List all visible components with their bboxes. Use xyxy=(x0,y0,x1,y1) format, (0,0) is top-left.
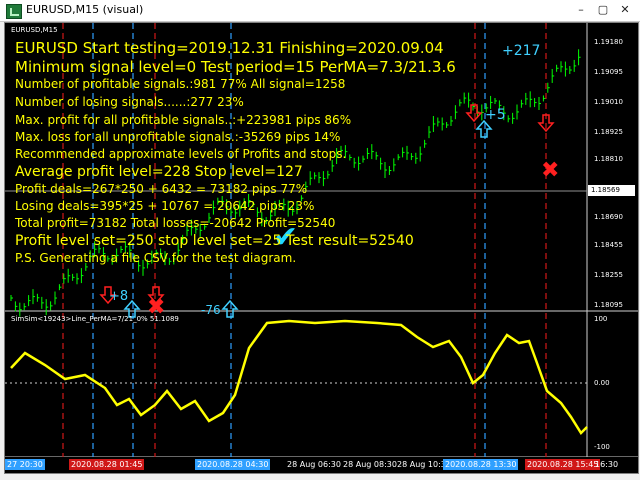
report-line: Max. profit for all profitable signals..… xyxy=(15,113,352,127)
time-label: 28 Aug 10:3 xyxy=(397,460,446,469)
indicator-tick: -100 xyxy=(594,443,610,451)
signal-label: +8 xyxy=(109,289,129,304)
indicator-tick: 0.00 xyxy=(594,379,610,387)
price-tick: 1.19095 xyxy=(594,68,623,76)
close-button[interactable]: ✕ xyxy=(616,2,634,18)
buy-arrow-icon xyxy=(475,119,493,138)
time-label: 27 20:30 xyxy=(5,459,45,470)
report-line: Recommended approximate levels of Profit… xyxy=(15,147,347,161)
price-tick: 1.19010 xyxy=(594,98,623,106)
indicator-tick: 100 xyxy=(594,315,608,323)
symbol-label: EURUSD,M15 xyxy=(11,26,58,34)
buy-arrow-icon xyxy=(221,299,239,318)
report-line: Profit deals=267*250 + 6432 = 73182 pips… xyxy=(15,182,308,196)
report-line: Number of profitable signals.:981 77% Al… xyxy=(15,77,346,91)
price-tick: 1.19180 xyxy=(594,38,623,46)
window-titlebar: EURUSD,M15 (visual) – ▢ ✕ xyxy=(0,0,640,22)
price-tick: 1.18095 xyxy=(594,301,623,309)
price-tick: 1.18455 xyxy=(594,241,623,249)
price-tick: 1.18255 xyxy=(594,271,623,279)
stop-cross-icon: ✖ xyxy=(147,295,166,320)
signal-label: +5 xyxy=(485,107,506,123)
time-label: 2020.08.28 01:45 xyxy=(69,459,145,470)
time-label: 2020.08.28 04:30 xyxy=(195,459,271,470)
report-line: EURUSD Start testing=2019.12.31 Finishin… xyxy=(15,39,444,57)
price-tick: 1.18690 xyxy=(594,213,623,221)
report-line: P.S. Generating a file CSV for the test … xyxy=(15,251,297,265)
report-line: Total profit=73182 Total losses=-20642 P… xyxy=(15,216,336,230)
report-line: Number of losing signals......:277 23% xyxy=(15,95,244,109)
price-tick: 1.18925 xyxy=(594,128,623,136)
report-line: Profit level set=250 stop level set=25 T… xyxy=(15,233,414,249)
stop-cross-icon: ✖ xyxy=(541,158,560,183)
report-line: Minimum signal level=0 Test period=15 Pe… xyxy=(15,58,456,76)
time-label: 16:30 xyxy=(595,460,619,469)
time-label: 28 Aug 06:30 xyxy=(287,460,341,469)
maximize-button[interactable]: ▢ xyxy=(594,2,612,18)
time-label: 2020.08.28 13:30 xyxy=(443,459,519,470)
chart-window[interactable]: EURUSD,M15 SimSim<19243>Line_PerMA=7/21_… xyxy=(4,22,639,474)
signal-label: -76 xyxy=(201,303,221,317)
minimize-button[interactable]: – xyxy=(572,2,590,18)
report-line: Average profit level=228 Stop level=127 xyxy=(15,164,303,180)
report-line: Max. loss for all unprofitable signals.:… xyxy=(15,130,341,144)
time-label: 2020.08.28 15:45 xyxy=(525,459,601,470)
report-line: Losing deals=395*25 + 10767 = 20642 pips… xyxy=(15,199,315,213)
window-title: EURUSD,M15 (visual) xyxy=(26,3,144,16)
time-axis: 27 20:30 2020.08.28 01:45 2020.08.28 04:… xyxy=(5,457,638,473)
time-label: 28 Aug 08:30 xyxy=(343,460,397,469)
indicator-line xyxy=(10,319,588,435)
price-tick: 1.18810 xyxy=(594,155,623,163)
signal-label: +217 xyxy=(502,43,541,59)
chart-app-icon xyxy=(6,4,22,19)
current-price-badge: 1.18569 xyxy=(588,185,635,196)
